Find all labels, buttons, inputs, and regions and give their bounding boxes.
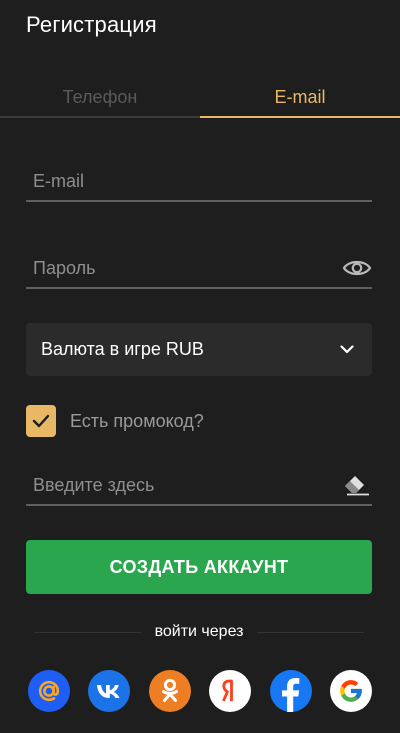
social-login-label: войти через (154, 623, 244, 640)
google-icon (340, 680, 362, 702)
divider-line-right (257, 631, 365, 633)
promo-code-field[interactable] (26, 462, 372, 504)
check-icon (32, 414, 50, 428)
yandex-icon (222, 679, 234, 702)
promo-code-field-wrapper (26, 462, 372, 506)
eye-icon[interactable] (342, 255, 372, 281)
currency-selected-value: Валюта в игре RUB (41, 339, 204, 359)
currency-select[interactable]: Валюта в игре RUB (26, 323, 372, 376)
facebook-login-button[interactable] (269, 670, 312, 712)
social-divider: войти через (34, 622, 365, 642)
password-field-wrapper (26, 245, 372, 289)
create-account-button[interactable]: СОЗДАТЬ АККАУНТ (26, 540, 372, 594)
tab-email[interactable]: E-mail (200, 78, 400, 118)
yandex-login-button[interactable] (209, 670, 252, 712)
email-field[interactable] (26, 158, 372, 200)
vk-icon (97, 685, 120, 698)
tab-phone[interactable]: Телефон (0, 78, 200, 116)
mailru-login-button[interactable] (28, 670, 70, 712)
chevron-down-icon (340, 341, 354, 359)
at-icon (38, 680, 60, 702)
facebook-icon (281, 678, 299, 712)
promo-checkbox[interactable] (26, 405, 56, 437)
vk-login-button[interactable] (88, 670, 131, 712)
email-field-wrapper (26, 158, 372, 202)
divider-line-left (34, 631, 141, 633)
ok-login-button[interactable] (148, 670, 191, 712)
promo-label: Есть промокод? (70, 410, 204, 431)
social-login-list (28, 670, 372, 712)
registration-tabs: Телефон E-mail (0, 78, 400, 118)
ok-icon (161, 678, 178, 702)
password-field[interactable] (26, 245, 372, 287)
google-login-button[interactable] (329, 670, 372, 712)
promo-checkbox-row[interactable]: Есть промокод? (26, 405, 204, 437)
page-title: Регистрация (26, 12, 157, 37)
eraser-icon[interactable] (342, 472, 372, 498)
